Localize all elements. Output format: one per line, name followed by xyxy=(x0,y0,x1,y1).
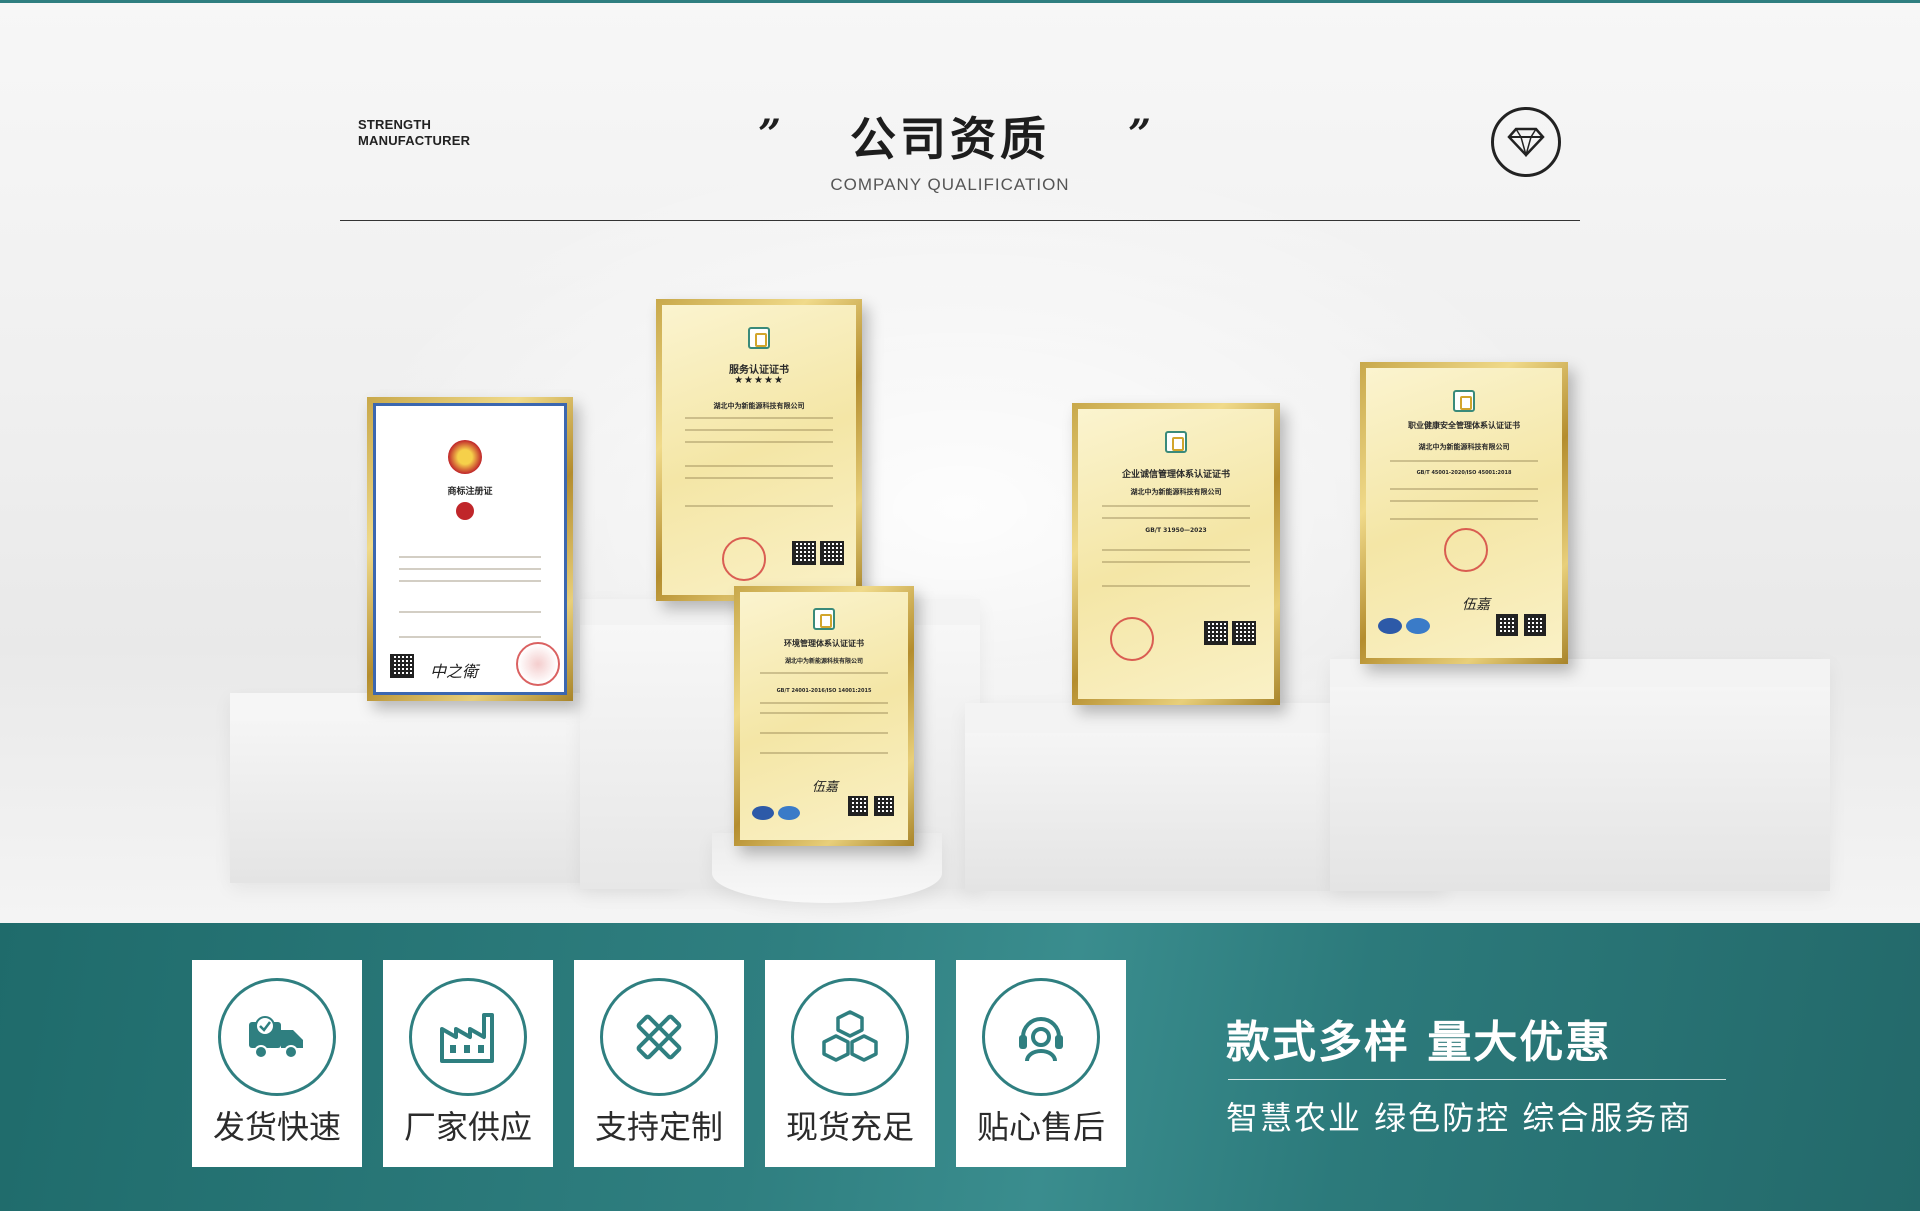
brand-logo-icon xyxy=(456,502,474,520)
headset-icon xyxy=(982,978,1100,1096)
cert-title: 企业诚信管理体系认证证书 xyxy=(1121,470,1230,480)
truck-icon xyxy=(218,978,336,1096)
feature-label: 厂家供应 xyxy=(403,1108,532,1146)
page-title: 公司资质 xyxy=(850,112,1050,166)
quote-mark-right: ” xyxy=(1128,111,1152,158)
qr-code-icon xyxy=(820,541,844,565)
pedestal-right-high xyxy=(1330,659,1830,891)
cert-title: 环境管理体系认证证书 xyxy=(784,639,864,648)
manufacturer-text: MANUFACTURER xyxy=(358,133,471,148)
cert-company: 湖北中为新能源科技有限公司 xyxy=(1418,443,1510,451)
red-seal-icon xyxy=(1110,617,1154,661)
feature-label: 支持定制 xyxy=(594,1108,723,1146)
feature-label: 现货充足 xyxy=(785,1108,914,1146)
qr-code-icon xyxy=(1204,621,1228,645)
qr-code-icon xyxy=(1496,614,1518,636)
cert-company: 湖北中为新能源科技有限公司 xyxy=(713,402,805,410)
certificate-service: 服务认证证书 ★★★★★ 湖北中为新能源科技有限公司 xyxy=(656,299,862,601)
feature-card-customization: 支持定制 xyxy=(574,960,744,1167)
red-seal-icon xyxy=(516,642,560,686)
certificate-trademark: 商标注册证 中之衛 xyxy=(367,397,573,701)
certificate-environment: 环境管理体系认证证书 湖北中为新能源科技有限公司 GB/T 24001-2016… xyxy=(734,586,914,846)
strength-manufacturer-label: STRENGTH MANUFACTURER xyxy=(358,117,470,149)
certificate-showcase: STRENGTH MANUFACTURER ” 公司资质 ” COMPANY Q… xyxy=(0,3,1920,923)
cert-logo-icon xyxy=(1165,431,1187,453)
feature-card-factory-supply: 厂家供应 xyxy=(383,960,553,1167)
boxes-icon xyxy=(791,978,909,1096)
qr-code-icon xyxy=(792,541,816,565)
slogan-primary: 款式多样 量大优惠 xyxy=(1226,1017,1612,1068)
cert-title: 服务认证证书 xyxy=(729,365,789,376)
signature: 中之衛 xyxy=(430,662,479,681)
iaf-badge-icon xyxy=(752,806,774,820)
factory-icon xyxy=(409,978,527,1096)
qr-code-icon xyxy=(848,796,868,816)
header-divider xyxy=(340,220,1580,221)
cert-logo-icon xyxy=(1453,390,1475,412)
cert-title: 商标注册证 xyxy=(447,487,493,497)
cert-standard: GB/T 31950—2023 xyxy=(1145,527,1207,534)
cnas-badge-icon xyxy=(778,806,800,820)
cert-company: 湖北中为新能源科技有限公司 xyxy=(784,658,863,665)
red-seal-icon xyxy=(1444,528,1488,572)
feature-card-stock: 现货充足 xyxy=(765,960,935,1167)
cert-stars: ★★★★★ xyxy=(734,375,784,386)
strength-text: STRENGTH xyxy=(358,117,432,132)
feature-card-after-sales: 贴心售后 xyxy=(956,960,1126,1167)
qr-code-icon xyxy=(874,796,894,816)
cert-company: 湖北中为新能源科技有限公司 xyxy=(1130,488,1222,496)
feature-card-fast-shipping: 发货快速 xyxy=(192,960,362,1167)
page-subtitle: COMPANY QUALIFICATION xyxy=(830,175,1070,194)
certificate-integrity: 企业诚信管理体系认证证书 湖北中为新能源科技有限公司 GB/T 31950—20… xyxy=(1072,403,1280,705)
cert-standard: GB/T 45001-2020/ISO 45001:2018 xyxy=(1416,470,1512,476)
diamond-icon xyxy=(1491,107,1561,177)
ruler-pencil-icon xyxy=(600,978,718,1096)
slogan-secondary: 智慧农业 绿色防控 综合服务商 xyxy=(1226,1099,1693,1137)
quote-mark-left: ” xyxy=(758,111,782,158)
signature: 伍嘉 xyxy=(812,780,839,795)
qr-code-icon xyxy=(1524,614,1546,636)
national-emblem-icon xyxy=(448,440,482,474)
qr-code-icon xyxy=(390,654,414,678)
cert-logo-icon xyxy=(748,327,770,349)
cert-standard: GB/T 24001-2016/ISO 14001:2015 xyxy=(776,688,872,694)
red-seal-icon xyxy=(722,537,766,581)
cert-title: 职业健康安全管理体系认证证书 xyxy=(1408,421,1520,430)
feature-label: 发货快速 xyxy=(212,1108,341,1146)
feature-label: 贴心售后 xyxy=(976,1108,1105,1146)
cnas-badge-icon xyxy=(1406,618,1430,634)
certificate-occupational-health: 职业健康安全管理体系认证证书 湖北中为新能源科技有限公司 GB/T 45001-… xyxy=(1360,362,1568,664)
qr-code-icon xyxy=(1232,621,1256,645)
iaf-badge-icon xyxy=(1378,618,1402,634)
slogan-divider xyxy=(1228,1079,1726,1080)
signature: 伍嘉 xyxy=(1462,597,1490,613)
cert-logo-icon xyxy=(813,608,835,630)
